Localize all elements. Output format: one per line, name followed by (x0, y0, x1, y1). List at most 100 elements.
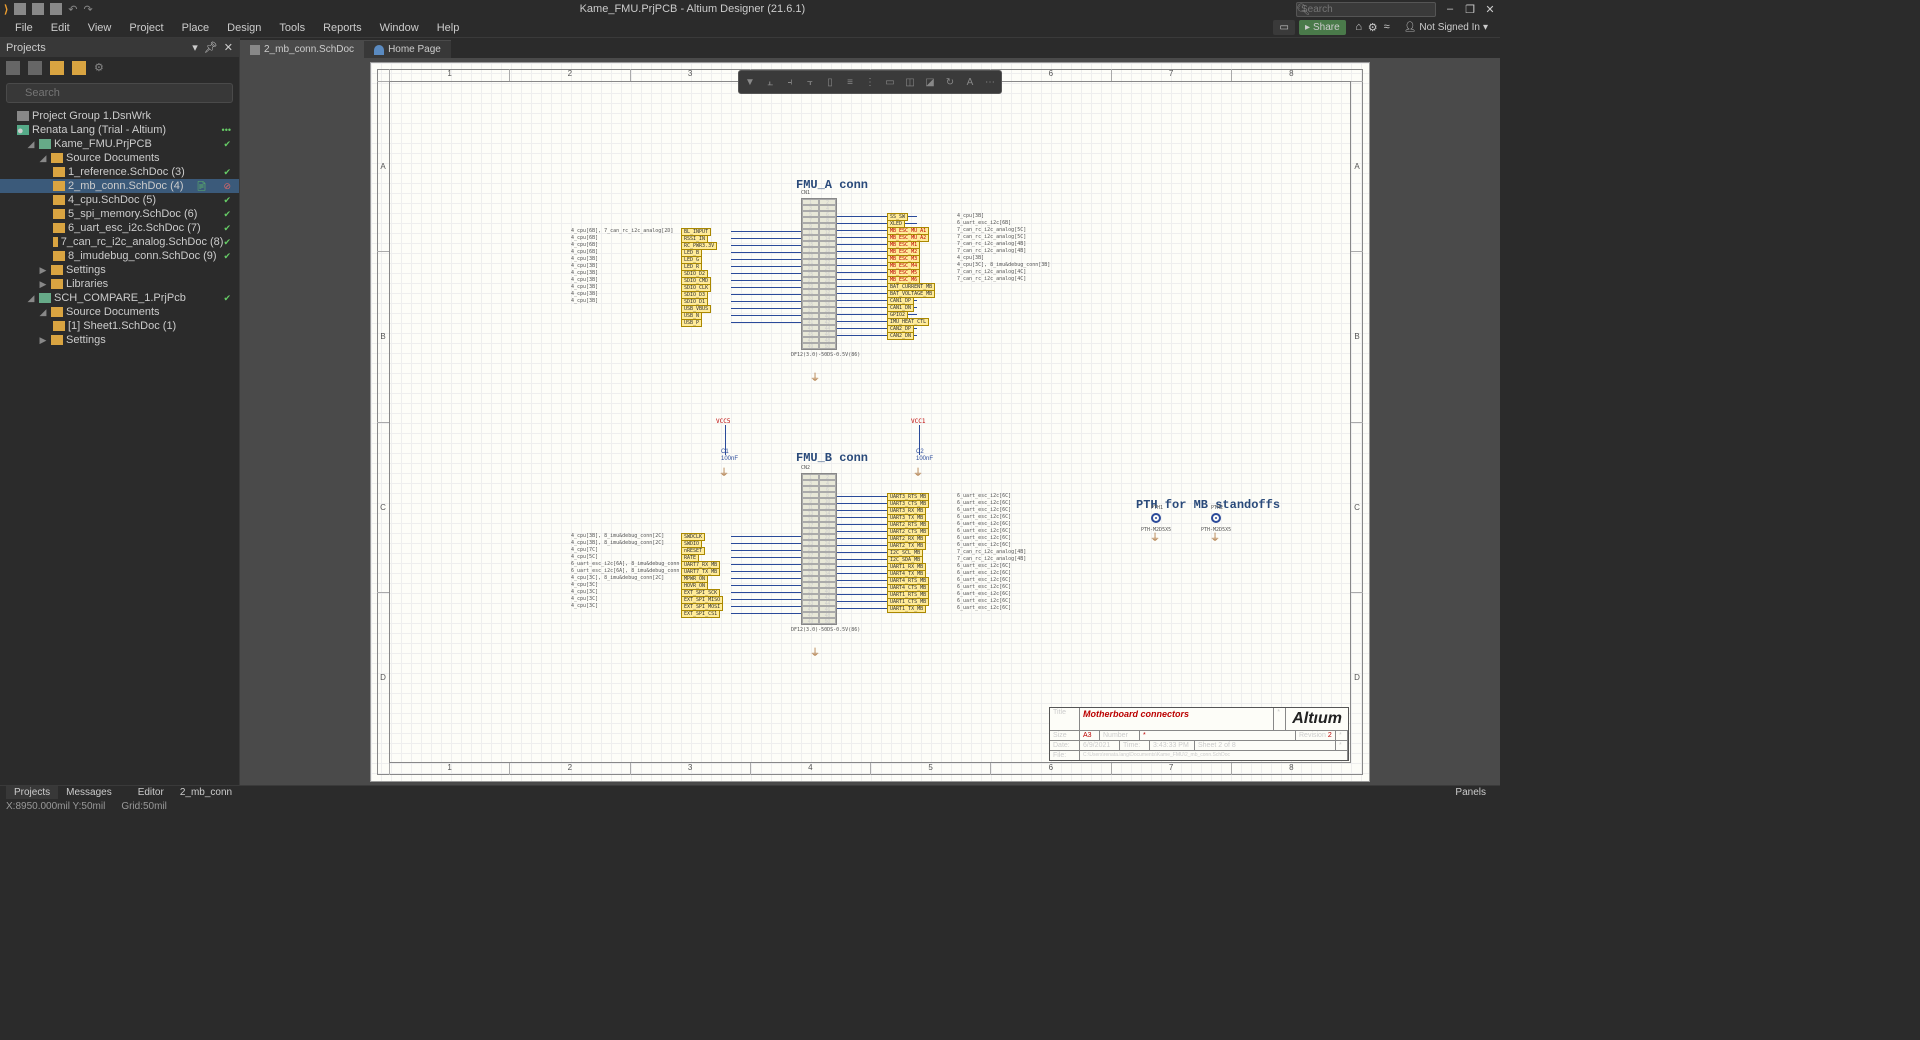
doc-icon (53, 167, 65, 177)
tree-user[interactable]: ●Renata Lang (Trial - Altium)••• (0, 123, 239, 137)
menu-reports[interactable]: Reports (314, 20, 371, 36)
tree-doc[interactable]: 5_spi_memory.SchDoc (6)✔ (0, 207, 239, 221)
tree-project-2[interactable]: ◢SCH_COMPARE_1.PrjPcb✔ (0, 291, 239, 305)
schematic-canvas[interactable]: ▼ ⫠ ⫞ ⫟ ▯ ≡ ⋮ ▭ ◫ ◪ ↻ A ⋯ 12345678 (240, 58, 1500, 785)
collapse-icon[interactable]: ◢ (38, 307, 48, 318)
bottom-tab-projects[interactable]: Projects (6, 786, 58, 799)
menu-view[interactable]: View (79, 20, 121, 36)
expand-icon[interactable]: ▶ (38, 335, 48, 346)
status-bar: X:8950.000mil Y:50mil Grid:50mil (0, 799, 1500, 813)
tree-settings-1[interactable]: ▶Settings (0, 263, 239, 277)
panel-header: Projects ▾ 📌︎ ✕ (0, 38, 239, 57)
global-search-input[interactable] (1296, 2, 1436, 17)
doc-modified-icon: 📄︎ (196, 181, 211, 192)
panel-dropdown-icon[interactable]: ▾ (192, 41, 198, 54)
gnd-symbol (811, 373, 821, 381)
folder-icon (51, 307, 63, 317)
expand-icon[interactable]: ▶ (38, 265, 48, 276)
more-icon[interactable]: ⋯ (981, 73, 999, 91)
dist-h-icon[interactable]: ≡ (841, 73, 859, 91)
dist-v-icon[interactable]: ⋮ (861, 73, 879, 91)
ungroup-icon[interactable]: ◪ (921, 73, 939, 91)
folder-icon (51, 335, 63, 345)
expand-icon[interactable]: ▶ (38, 279, 48, 290)
align-center-icon[interactable]: ⫞ (781, 73, 799, 91)
open-icon[interactable] (32, 3, 44, 15)
rotate-icon[interactable]: ↻ (941, 73, 959, 91)
undo-icon[interactable]: ↶ (68, 3, 77, 16)
tree-source-docs-2[interactable]: ◢Source Documents (0, 305, 239, 319)
project-tree: Project Group 1.DsnWrk ●Renata Lang (Tri… (0, 107, 239, 785)
refresh-icon[interactable]: ≈ (1380, 21, 1394, 35)
doc-icon (53, 209, 65, 219)
tab-schematic[interactable]: 2_mb_conn.SchDoc (240, 40, 364, 58)
project-search-input[interactable] (6, 83, 233, 103)
tab-home[interactable]: Home Page (364, 40, 451, 58)
more-icon[interactable]: ••• (222, 125, 235, 135)
tree-doc-selected[interactable]: 2_mb_conn.SchDoc (4)📄︎⊘ (0, 179, 239, 193)
app-logo-icon: ⟩ (4, 3, 8, 16)
bottom-editor-label: Editor (130, 786, 172, 799)
menu-place[interactable]: Place (173, 20, 219, 36)
menu-window[interactable]: Window (371, 20, 428, 36)
collapse-icon[interactable]: ◢ (26, 293, 36, 304)
gnd-symbol (811, 648, 821, 656)
connector-cn2[interactable]: CN2 123456789101112131415161718192021222… (801, 473, 837, 625)
doc-icon (53, 223, 65, 233)
panels-button[interactable]: Panels (1447, 786, 1494, 799)
filter-icon[interactable]: ▼ (741, 73, 759, 91)
schematic-sheet[interactable]: 12345678 12345678 ABCD ABCD FMU_A conn C… (370, 62, 1370, 782)
menu-design[interactable]: Design (218, 20, 270, 36)
align-bottom-icon[interactable]: ▭ (881, 73, 899, 91)
align-left-icon[interactable]: ⫠ (761, 73, 779, 91)
home-icon[interactable]: ⌂ (1352, 21, 1366, 35)
tree-project-1[interactable]: ◢Kame_FMU.PrjPCB✔ (0, 137, 239, 151)
tree-doc[interactable]: 7_can_rc_i2c_analog.SchDoc (8)✔ (0, 235, 239, 249)
tree-settings-2[interactable]: ▶Settings (0, 333, 239, 347)
folder-icon (51, 265, 63, 275)
tb-icon-1[interactable] (6, 61, 20, 75)
ruler-bottom: 12345678 (389, 763, 1351, 775)
share-button[interactable]: ▸Share (1299, 20, 1346, 35)
tree-group[interactable]: Project Group 1.DsnWrk (0, 109, 239, 123)
menu-project[interactable]: Project (120, 20, 172, 36)
group-icon[interactable]: ◫ (901, 73, 919, 91)
pin-icon[interactable]: 📌︎ (204, 41, 218, 54)
tree-doc[interactable]: 8_imudebug_conn.SchDoc (9)✔ (0, 249, 239, 263)
tb-icon-2[interactable] (28, 61, 42, 75)
bottom-doc-name[interactable]: 2_mb_conn (172, 786, 240, 799)
text-icon[interactable]: A (961, 73, 979, 91)
align-right-icon[interactable]: ⫟ (801, 73, 819, 91)
tree-libraries[interactable]: ▶Libraries (0, 277, 239, 291)
home-icon (374, 45, 384, 55)
tree-doc[interactable]: 6_uart_esc_i2c.SchDoc (7)✔ (0, 221, 239, 235)
gear-icon[interactable]: ⚙︎ (1366, 21, 1380, 35)
gear-icon[interactable]: ⚙︎ (94, 61, 104, 75)
new-icon[interactable] (50, 3, 62, 15)
save-icon[interactable] (14, 3, 26, 15)
signin-button[interactable]: 👤︎ Not Signed In ▾ (1398, 20, 1494, 35)
collapse-icon[interactable]: ◢ (26, 139, 36, 150)
tb-icon-3[interactable] (50, 61, 64, 75)
maximize-icon[interactable]: ❐ (1464, 3, 1476, 15)
tree-source-docs-1[interactable]: ◢Source Documents (0, 151, 239, 165)
align-top-icon[interactable]: ▯ (821, 73, 839, 91)
tb-icon-4[interactable] (72, 61, 86, 75)
menu-file[interactable]: File (6, 20, 42, 36)
minimize-icon[interactable]: – (1444, 3, 1456, 15)
tree-doc[interactable]: 4_cpu.SchDoc (5)✔ (0, 193, 239, 207)
notification-button[interactable]: ▭ (1273, 20, 1294, 35)
tree-doc[interactable]: 1_reference.SchDoc (3)✔ (0, 165, 239, 179)
tree-doc[interactable]: [1] Sheet1.SchDoc (1) (0, 319, 239, 333)
panel-close-icon[interactable]: ✕ (224, 41, 233, 54)
menu-edit[interactable]: Edit (42, 20, 79, 36)
collapse-icon[interactable]: ◢ (38, 153, 48, 164)
schematic-content[interactable]: FMU_A conn CN1 1234567891011121314151617… (391, 83, 1349, 761)
bottom-tab-messages[interactable]: Messages (58, 786, 120, 799)
menu-help[interactable]: Help (428, 20, 469, 36)
redo-icon[interactable]: ↷ (84, 3, 93, 16)
menu-tools[interactable]: Tools (270, 20, 314, 36)
panel-title: Projects (6, 42, 46, 54)
close-icon[interactable]: ✕ (1484, 3, 1496, 15)
connector-cn1[interactable]: CN1 123456789101112131415161718192021222… (801, 198, 837, 350)
